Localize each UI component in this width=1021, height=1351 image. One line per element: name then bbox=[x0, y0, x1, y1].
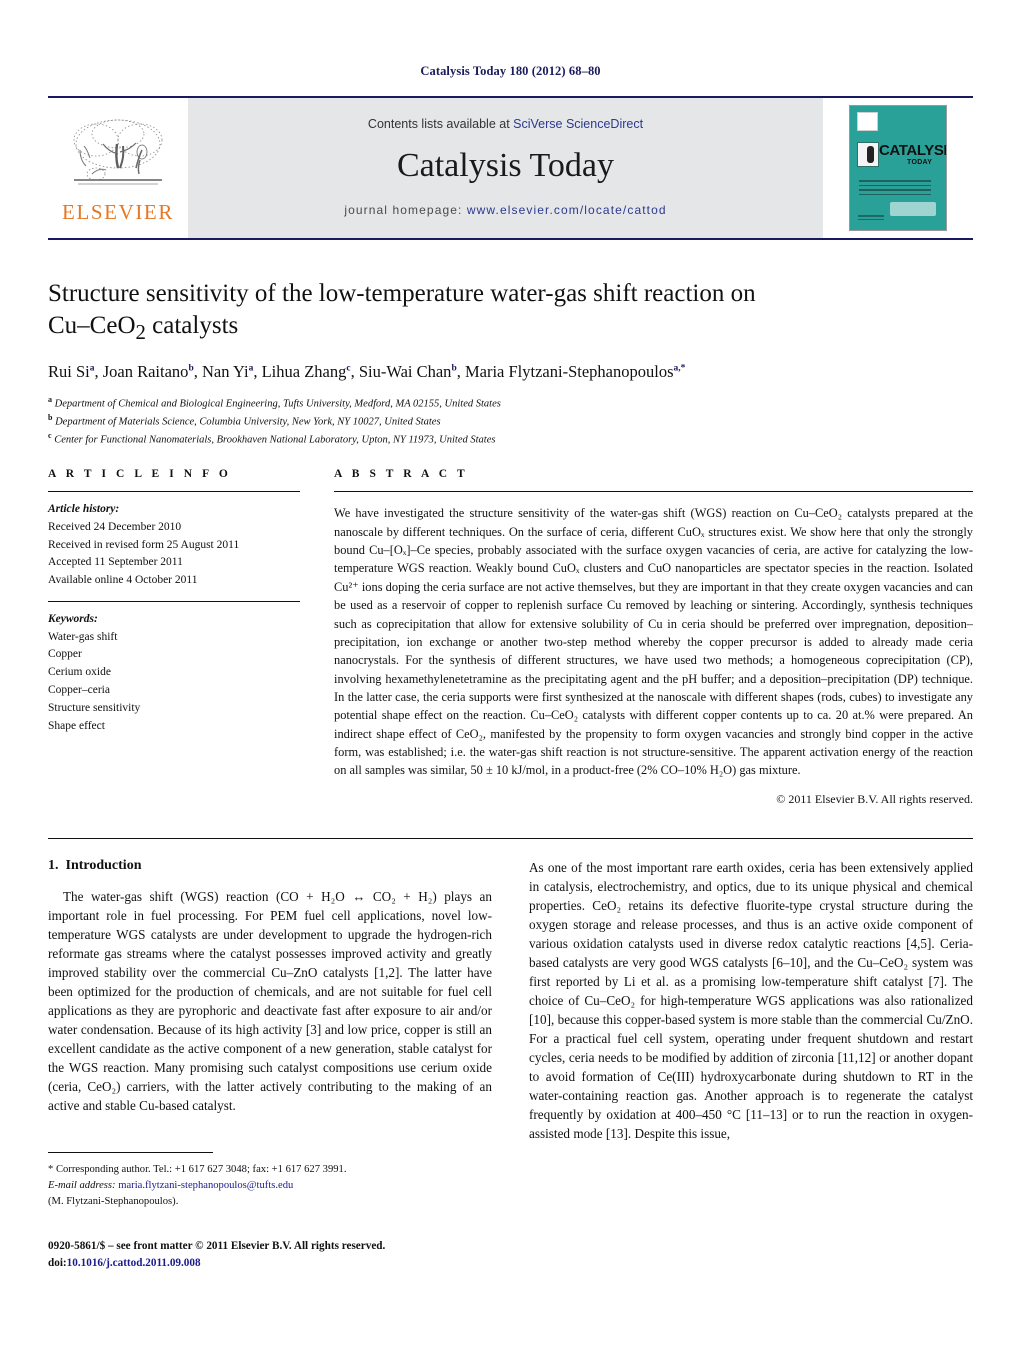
author-name[interactable]: Siu-Wai Chan bbox=[359, 362, 452, 381]
author-affiliation-mark: a bbox=[89, 363, 95, 374]
abstract-top-rule bbox=[334, 491, 973, 492]
cover-sciencedirect-badge-icon bbox=[890, 202, 936, 216]
cover-footer-lines bbox=[858, 215, 884, 222]
affiliation-text: Center for Functional Nanomaterials, Bro… bbox=[54, 434, 496, 446]
homepage-prefix: journal homepage: bbox=[344, 203, 467, 217]
article-info-heading: A R T I C L E I N F O bbox=[48, 468, 232, 480]
affiliation-item: c Center for Functional Nanomaterials, B… bbox=[48, 430, 973, 448]
affiliation-list: a Department of Chemical and Biological … bbox=[48, 394, 973, 449]
intro-paragraph-2: As one of the most important rare earth … bbox=[529, 860, 973, 1141]
author-name[interactable]: Maria Flytzani-Stephanopoulos bbox=[465, 362, 674, 381]
email-owner: (M. Flytzani-Stephanopoulos). bbox=[48, 1195, 179, 1207]
author-affiliation-mark: c bbox=[346, 363, 351, 374]
article-history-label: Article history: bbox=[48, 503, 120, 515]
abstract-text: We have investigated the structure sensi… bbox=[334, 506, 973, 778]
body-columns: 1. Introduction The water-gas shift (WGS)… bbox=[48, 858, 973, 1143]
journal-homepage-line: journal homepage: www.elsevier.com/locat… bbox=[344, 203, 666, 217]
cover-text-lines bbox=[859, 180, 931, 198]
section-title-introduction: 1. Introduction bbox=[48, 858, 492, 874]
abstract-copyright: © 2011 Elsevier B.V. All rights reserved… bbox=[776, 792, 973, 807]
elsevier-wordmark: ELSEVIER bbox=[62, 199, 174, 224]
email-link[interactable]: maria.flytzani-stephanopoulos@tufts.edu bbox=[118, 1180, 293, 1191]
affiliation-text: Department of Chemical and Biological En… bbox=[54, 398, 501, 410]
section-label: Introduction bbox=[65, 858, 142, 873]
paper-title-subscript: 2 bbox=[135, 320, 146, 344]
intro-paragraph-1: The water-gas shift (WGS) reaction (CO +… bbox=[48, 889, 492, 1113]
sciencedirect-link[interactable]: SciVerse ScienceDirect bbox=[513, 117, 643, 131]
author-affiliation-mark: a,* bbox=[673, 363, 686, 374]
history-item: Available online 4 October 2011 bbox=[48, 574, 198, 587]
paper-title-line2-post: catalysts bbox=[145, 312, 239, 339]
body-separator-rule bbox=[48, 838, 973, 839]
article-info-top-rule bbox=[48, 491, 300, 492]
keyword-item: Copper–ceria bbox=[48, 684, 110, 697]
affiliation-mark: a bbox=[48, 394, 52, 404]
keyword-item: Structure sensitivity bbox=[48, 701, 141, 714]
contents-prefix: Contents lists available at bbox=[367, 117, 514, 131]
issn-line: 0920-5861/$ – see front matter © 2011 El… bbox=[48, 1240, 386, 1252]
author-list: Rui Sia, Joan Raitanob, Nan Yia, Lihua Z… bbox=[48, 361, 686, 381]
title-block: Structure sensitivity of the low-tempera… bbox=[48, 278, 973, 448]
journal-title: Catalysis Today bbox=[396, 147, 615, 184]
cover-journal-subtitle: TODAY bbox=[907, 159, 933, 166]
doi-line: doi:10.1016/j.cattod.2011.09.008 bbox=[48, 1255, 508, 1272]
affiliation-mark: c bbox=[48, 431, 52, 441]
journal-cover-area: CATALYSIS TODAY bbox=[823, 98, 973, 238]
contents-available-line: Contents lists available at SciVerse Sci… bbox=[368, 117, 643, 131]
info-abstract-row: A R T I C L E I N F O Article history: R… bbox=[48, 468, 973, 807]
cover-journal-title: CATALYSIS bbox=[879, 142, 947, 159]
keywords-group: Keywords: Water-gas shift Copper Cerium … bbox=[48, 611, 300, 736]
journal-cover-thumbnail: CATALYSIS TODAY bbox=[849, 105, 947, 231]
affiliation-item: a Department of Chemical and Biological … bbox=[48, 394, 973, 412]
article-info-mid-rule bbox=[48, 601, 300, 602]
email-label: E-mail address: bbox=[48, 1179, 116, 1191]
journal-masthead: ELSEVIER Contents lists available at Sci… bbox=[48, 96, 973, 240]
abstract-column: A B S T R A C T We have investigated the… bbox=[334, 468, 973, 807]
article-history-group: Article history: Received 24 December 20… bbox=[48, 501, 300, 590]
abstract-heading: A B S T R A C T bbox=[334, 468, 469, 480]
elsevier-tree-icon bbox=[73, 119, 163, 184]
author-name[interactable]: Joan Raitano bbox=[103, 362, 189, 381]
paper-title-line2-pre: Cu–CeO bbox=[48, 312, 136, 339]
keyword-item: Cerium oxide bbox=[48, 666, 111, 679]
paper-title-line1: Structure sensitivity of the low-tempera… bbox=[48, 280, 756, 307]
keyword-item: Copper bbox=[48, 648, 82, 661]
journal-homepage-link[interactable]: www.elsevier.com/locate/cattod bbox=[467, 203, 667, 217]
corresponding-author-note: * Corresponding author. Tel.: +1 617 627… bbox=[48, 1164, 347, 1175]
doi-link[interactable]: 10.1016/j.cattod.2011.09.008 bbox=[67, 1257, 201, 1269]
footnote-block: * Corresponding author. Tel.: +1 617 627… bbox=[48, 1152, 492, 1210]
section-number: 1. bbox=[48, 858, 59, 873]
footnote-rule bbox=[48, 1152, 213, 1153]
author-affiliation-mark: a bbox=[248, 363, 254, 374]
cover-ci-mark-icon bbox=[857, 142, 879, 167]
keyword-item: Water-gas shift bbox=[48, 630, 118, 643]
elsevier-logo-area: ELSEVIER bbox=[48, 98, 188, 238]
body-column-right: As one of the most important rare earth … bbox=[529, 858, 973, 1143]
history-item: Accepted 11 September 2011 bbox=[48, 556, 183, 569]
page-title: Structure sensitivity of the low-tempera… bbox=[48, 278, 973, 346]
body-column-left: 1. Introduction The water-gas shift (WGS)… bbox=[48, 858, 492, 1143]
elsevier-logo: ELSEVIER bbox=[60, 114, 176, 223]
affiliation-text: Department of Materials Science, Columbi… bbox=[55, 416, 441, 428]
author-affiliation-mark: b bbox=[451, 363, 457, 374]
article-info-column: A R T I C L E I N F O Article history: R… bbox=[48, 468, 300, 807]
cover-elsevier-badge-icon bbox=[857, 112, 878, 131]
affiliation-mark: b bbox=[48, 412, 53, 422]
history-item: Received in revised form 25 August 2011 bbox=[48, 538, 240, 551]
keyword-item: Shape effect bbox=[48, 719, 105, 732]
masthead-center: Contents lists available at SciVerse Sci… bbox=[188, 98, 823, 238]
author-name[interactable]: Lihua Zhang bbox=[262, 362, 347, 381]
author-affiliation-mark: b bbox=[188, 363, 194, 374]
history-item: Received 24 December 2010 bbox=[48, 520, 182, 533]
doi-label: doi: bbox=[48, 1256, 67, 1269]
running-head: Catalysis Today 180 (2012) 68–80 bbox=[420, 64, 601, 78]
affiliation-item: b Department of Materials Science, Colum… bbox=[48, 412, 973, 430]
author-name[interactable]: Nan Yi bbox=[202, 362, 249, 381]
journal-article-page: Catalysis Today 180 (2012) 68–80 ELSEVIE… bbox=[0, 0, 1021, 1351]
email-note: E-mail address: maria.flytzani-stephanop… bbox=[48, 1178, 492, 1210]
issn-copyright-block: 0920-5861/$ – see front matter © 2011 El… bbox=[48, 1238, 508, 1272]
keywords-label: Keywords: bbox=[48, 612, 98, 625]
author-name[interactable]: Rui Si bbox=[48, 362, 90, 381]
